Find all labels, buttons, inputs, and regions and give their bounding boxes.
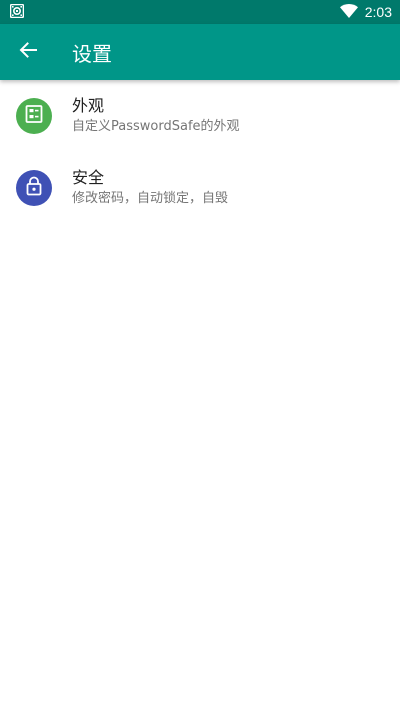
status-left xyxy=(9,3,25,22)
settings-item-appearance[interactable]: 外观 自定义PasswordSafe的外观 xyxy=(0,80,400,152)
wifi-icon xyxy=(339,3,358,22)
app-bar: 设置 xyxy=(0,24,400,80)
status-right: 2:03 xyxy=(339,3,392,22)
settings-item-summary: 自定义PasswordSafe的外观 xyxy=(72,119,240,134)
settings-item-title: 外观 xyxy=(72,96,105,115)
settings-item-text: 安全 修改密码，自动锁定，自毁 xyxy=(72,167,228,209)
settings-item-text: 外观 自定义PasswordSafe的外观 xyxy=(72,95,240,137)
status-bar: 2:03 xyxy=(0,0,400,24)
settings-item-title: 安全 xyxy=(72,168,105,187)
settings-list: 外观 自定义PasswordSafe的外观 安全 修改密码，自动锁定，自毁 xyxy=(0,80,400,224)
back-button[interactable] xyxy=(0,24,56,80)
appearance-icon-circle xyxy=(16,98,52,134)
settings-item-summary: 修改密码，自动锁定，自毁 xyxy=(72,191,229,206)
appearance-icon xyxy=(25,105,43,127)
settings-item-security[interactable]: 安全 修改密码，自动锁定，自毁 xyxy=(0,152,400,224)
arrow-back-icon xyxy=(19,41,37,63)
passwordsafe-notification-icon xyxy=(9,3,25,22)
status-time: 2:03 xyxy=(364,4,392,20)
lock-icon xyxy=(25,176,43,200)
lock-icon-circle xyxy=(16,170,52,206)
page-title: 设置 xyxy=(72,41,112,66)
